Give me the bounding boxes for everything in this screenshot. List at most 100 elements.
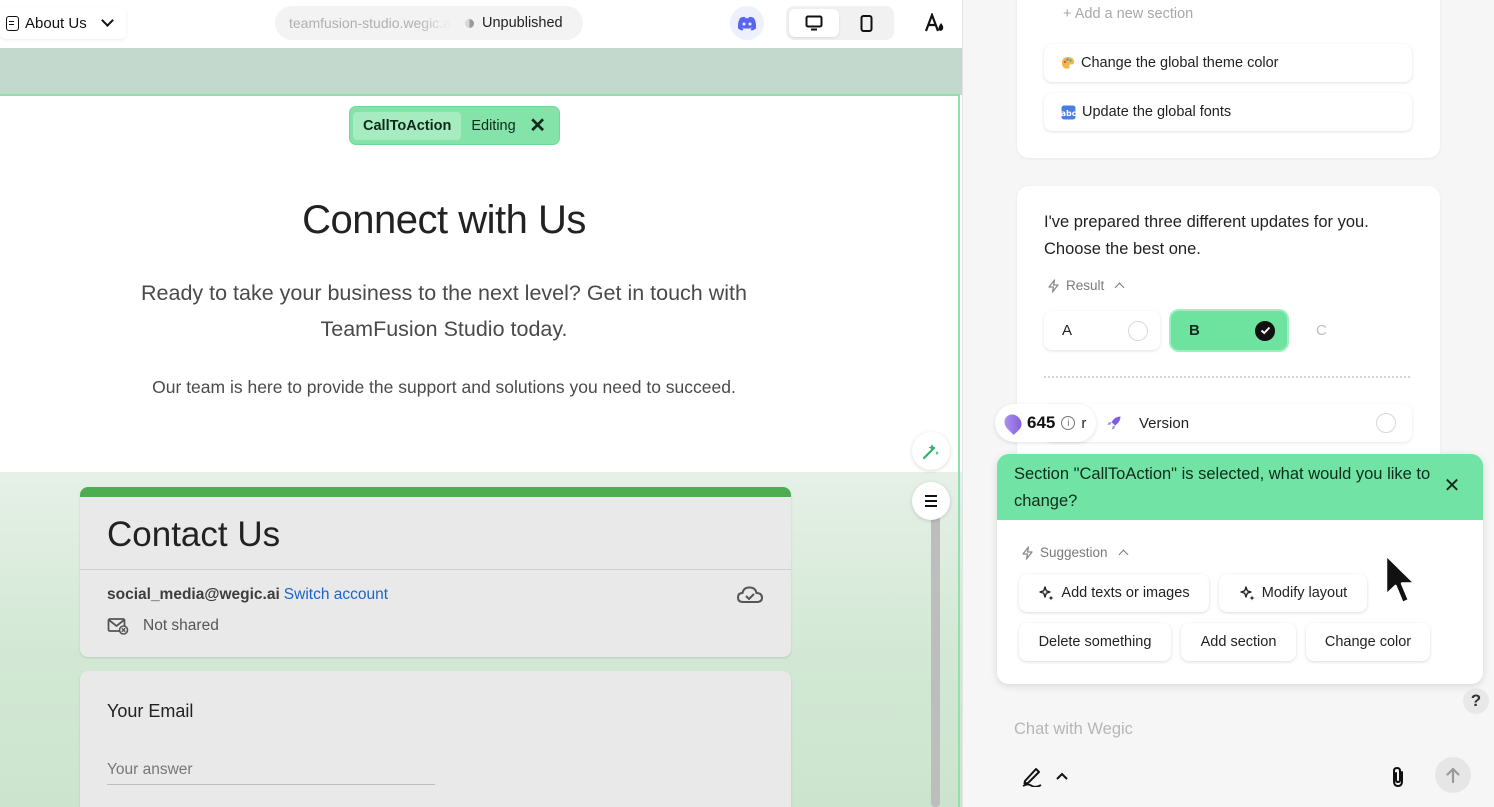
- lightning-icon: [1022, 545, 1033, 560]
- suggestion-label: Suggestion: [1040, 545, 1108, 560]
- lightning-icon: [1048, 278, 1059, 293]
- chip-label: Modify layout: [1261, 585, 1348, 601]
- chip-label: Add texts or images: [1061, 585, 1190, 601]
- page-selector[interactable]: About Us: [0, 7, 126, 39]
- svg-text:abc: abc: [1061, 109, 1076, 118]
- mobile-view-button[interactable]: [841, 9, 891, 37]
- option-label: B: [1189, 322, 1200, 339]
- cta-lead-text[interactable]: Ready to take your business to the next …: [100, 275, 788, 347]
- cta-title[interactable]: Connect with Us: [0, 198, 888, 243]
- mail-off-icon: [107, 618, 129, 635]
- result-option-c[interactable]: C: [1298, 311, 1414, 350]
- option-label: C: [1316, 322, 1327, 339]
- discord-icon: [737, 16, 757, 31]
- chip-label: Add section: [1200, 634, 1277, 650]
- sparkle-icon: [1039, 585, 1054, 600]
- sparkle-icon: [1240, 585, 1255, 600]
- form-header-bar: [80, 487, 791, 497]
- credits-suffix: r: [1081, 414, 1087, 432]
- option-label: A: [1062, 322, 1073, 339]
- rocket-icon: [1107, 416, 1121, 430]
- chevron-up-icon: [1114, 282, 1125, 293]
- close-icon[interactable]: ✕: [1441, 474, 1463, 497]
- cta-sub-text[interactable]: Our team is here to provide the support …: [60, 377, 828, 398]
- cloud-icon: [736, 586, 764, 603]
- discord-button[interactable]: [730, 6, 764, 40]
- delete-something-button[interactable]: Delete something: [1019, 623, 1171, 661]
- result-toggle[interactable]: Result: [1047, 278, 1125, 293]
- pen-icon: [1022, 768, 1042, 787]
- suggestion-global-fonts[interactable]: abc Update the global fonts: [1044, 93, 1412, 131]
- writing-mode-button[interactable]: [1021, 765, 1069, 787]
- chevron-up-icon: [1118, 549, 1129, 560]
- result-label: Result: [1066, 278, 1105, 293]
- chat-input[interactable]: Chat with Wegic: [1014, 720, 1133, 739]
- site-url-pill[interactable]: teamfusion-studio.wegic.ai Unpublished: [275, 6, 583, 40]
- credits-count: 645: [1027, 413, 1056, 432]
- form-header-card: Contact Us social_media@wegic.ai Switch a…: [80, 487, 791, 657]
- mouse-cursor-icon: [1384, 553, 1417, 605]
- close-editing-button[interactable]: ✕: [526, 114, 550, 138]
- divider: [80, 569, 791, 570]
- email-answer-underline: [107, 784, 435, 785]
- menu-icon: [925, 495, 937, 507]
- credit-gem-icon: [1000, 410, 1026, 436]
- divider: [1044, 376, 1410, 378]
- version-row[interactable]: Version: [1044, 404, 1412, 442]
- add-texts-images-button[interactable]: Add texts or images: [1019, 574, 1209, 612]
- chevron-down-icon: [100, 14, 114, 27]
- page-icon: [6, 15, 19, 31]
- desktop-view-button[interactable]: [789, 9, 839, 37]
- site-url[interactable]: teamfusion-studio.wegic.ai: [289, 15, 451, 31]
- section-name-label[interactable]: CallToAction: [353, 111, 462, 140]
- add-new-section-button[interactable]: + Add a new section: [1063, 6, 1193, 22]
- email-question-label: Your Email: [107, 701, 194, 721]
- add-section-button[interactable]: Add section: [1181, 623, 1296, 661]
- change-color-button[interactable]: Change color: [1306, 623, 1430, 661]
- chip-label: Delete something: [1038, 634, 1152, 650]
- editor-canvas: About Us teamfusion-studio.wegic.ai Unpu…: [0, 0, 962, 807]
- device-toggle: [786, 6, 894, 40]
- section-edit-pill: CallToAction Editing ✕: [350, 107, 559, 144]
- assistant-message: I've prepared three different updates fo…: [1044, 213, 1369, 258]
- publish-status: Unpublished: [482, 15, 563, 31]
- result-option-b[interactable]: B: [1171, 311, 1287, 350]
- section-selected-banner: Section "CallToAction" is selected, what…: [997, 454, 1483, 520]
- credits-badge[interactable]: 645 i r: [995, 404, 1097, 442]
- form-title: Contact Us: [107, 515, 281, 554]
- email-answer-field[interactable]: Your answer: [107, 761, 193, 779]
- section-menu-button[interactable]: [912, 482, 950, 520]
- send-button[interactable]: [1435, 757, 1471, 793]
- chat-panel: + Add a new section Change the global th…: [962, 0, 1494, 807]
- suggestion-fonts-label: Update the global fonts: [1082, 104, 1232, 120]
- not-shared-label: Not shared: [143, 617, 219, 634]
- ai-edit-button[interactable]: [912, 432, 950, 470]
- plus-icon: +: [1063, 6, 1075, 22]
- info-icon[interactable]: i: [1061, 416, 1076, 430]
- suggestion-theme-color[interactable]: Change the global theme color: [1044, 44, 1412, 82]
- result-option-a[interactable]: A: [1044, 311, 1160, 350]
- palette-icon: [1062, 57, 1074, 69]
- chevron-up-icon: [1056, 772, 1068, 780]
- radio-icon: [1128, 320, 1148, 341]
- attach-button[interactable]: [1388, 765, 1408, 794]
- magic-wand-icon: [922, 444, 939, 460]
- version-label: Version: [1139, 414, 1190, 432]
- help-button[interactable]: ?: [1463, 688, 1489, 714]
- form-account-email: social_media@wegic.ai: [107, 586, 280, 603]
- editor-topbar: About Us teamfusion-studio.wegic.ai Unpu…: [0, 0, 962, 48]
- form-account-line: social_media@wegic.ai Switch account: [107, 586, 388, 604]
- switch-account-link[interactable]: Switch account: [284, 586, 388, 603]
- form-scrollbar[interactable]: [931, 514, 940, 807]
- chip-label: Change color: [1324, 634, 1412, 650]
- suggestion-theme-label: Change the global theme color: [1081, 55, 1279, 71]
- section-mode-label: Editing: [471, 117, 516, 134]
- arrow-up-icon: [1446, 767, 1460, 784]
- font-style-button[interactable]: [922, 10, 948, 36]
- suggestion-toggle[interactable]: Suggestion: [1021, 545, 1129, 560]
- check-circle-icon: [1255, 320, 1275, 341]
- previous-section-strip: [0, 48, 962, 95]
- radio-icon: [1376, 413, 1396, 433]
- add-new-section-label: Add a new section: [1074, 6, 1194, 22]
- modify-layout-button[interactable]: Modify layout: [1219, 574, 1367, 612]
